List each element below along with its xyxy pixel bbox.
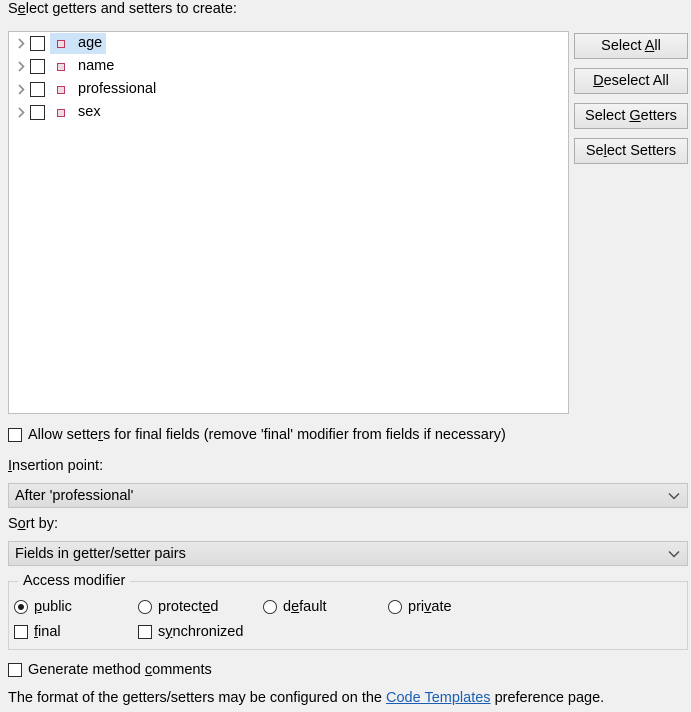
chevron-right-icon[interactable] bbox=[13, 55, 30, 78]
access-modifier-group bbox=[8, 581, 688, 650]
chevron-right-icon[interactable] bbox=[13, 32, 30, 55]
chevron-right-icon[interactable] bbox=[13, 78, 30, 101]
footer-text-before: The format of the getters/setters may be… bbox=[8, 690, 387, 706]
tree-item-label: professional bbox=[78, 81, 157, 98]
private-field-icon bbox=[53, 105, 69, 121]
select-setters-button[interactable]: Select Setters bbox=[574, 138, 688, 164]
insertion-point-value: After 'professional' bbox=[15, 487, 134, 504]
radio-default[interactable]: default bbox=[263, 599, 327, 615]
checkbox-box[interactable] bbox=[8, 428, 22, 442]
tree-item-selection[interactable]: name bbox=[50, 56, 118, 77]
radio-circle[interactable] bbox=[388, 600, 402, 614]
footer-note: The format of the getters/setters may be… bbox=[8, 690, 604, 706]
tree-item-checkbox[interactable] bbox=[30, 36, 45, 51]
radio-label: public bbox=[34, 599, 72, 615]
insertion-point-label: Insertion point: bbox=[8, 458, 104, 474]
sort-by-label: Sort by: bbox=[8, 516, 58, 532]
checkbox-box[interactable] bbox=[138, 625, 152, 639]
private-field-icon bbox=[53, 59, 69, 75]
chevron-down-icon[interactable] bbox=[667, 550, 681, 558]
tree-item-selection[interactable]: age bbox=[50, 33, 107, 54]
select-getters-button[interactable]: Select Getters bbox=[574, 103, 688, 129]
sort-by-select[interactable]: Fields in getter/setter pairs bbox=[8, 541, 688, 566]
sort-by-value: Fields in getter/setter pairs bbox=[15, 545, 186, 562]
tree-item-selection[interactable]: professional bbox=[50, 79, 160, 100]
checkbox-label: final bbox=[34, 624, 61, 640]
table-row[interactable]: professional bbox=[9, 78, 568, 101]
deselect-all-button[interactable]: Deselect All bbox=[574, 68, 688, 94]
select-all-button[interactable]: Select All bbox=[574, 33, 688, 59]
tree-action-buttons: Select All Deselect All Select Getters S… bbox=[574, 33, 688, 173]
tree-item-label: sex bbox=[78, 104, 101, 121]
radio-label: default bbox=[283, 599, 327, 615]
table-row[interactable]: age bbox=[9, 32, 568, 55]
radio-circle[interactable] bbox=[263, 600, 277, 614]
tree-item-checkbox[interactable] bbox=[30, 105, 45, 120]
page-title-post: lect getters and setters to create: bbox=[25, 1, 237, 17]
page-title-mnemonic: e bbox=[17, 1, 26, 17]
tree-item-checkbox[interactable] bbox=[30, 82, 45, 97]
footer-text-after: preference page. bbox=[490, 690, 605, 706]
table-row[interactable]: name bbox=[9, 55, 568, 78]
private-field-icon bbox=[53, 82, 69, 98]
checkbox-label: Allow setters for final fields (remove '… bbox=[28, 427, 506, 443]
private-field-icon bbox=[53, 36, 69, 52]
radio-label: protected bbox=[158, 599, 219, 615]
checkbox-box[interactable] bbox=[14, 625, 28, 639]
page-title: Select getters and setters to create: bbox=[8, 1, 237, 17]
chevron-right-icon[interactable] bbox=[13, 101, 30, 124]
radio-protected[interactable]: protected bbox=[138, 599, 219, 615]
tree-item-selection[interactable]: sex bbox=[50, 102, 105, 123]
fields-tree[interactable]: age name professional sex bbox=[8, 31, 569, 414]
checkbox-synchronized[interactable]: synchronized bbox=[138, 624, 243, 640]
page-title-pre: S bbox=[8, 1, 18, 17]
tree-item-checkbox[interactable] bbox=[30, 59, 45, 74]
checkbox-final[interactable]: final bbox=[14, 624, 61, 640]
code-templates-link[interactable]: Code Templates bbox=[386, 690, 491, 706]
radio-label: private bbox=[408, 599, 452, 615]
radio-circle[interactable] bbox=[138, 600, 152, 614]
checkbox-generate-method-comments[interactable]: Generate method comments bbox=[8, 662, 212, 678]
tree-item-label: name bbox=[78, 58, 115, 75]
chevron-down-icon[interactable] bbox=[667, 492, 681, 500]
checkbox-label: Generate method comments bbox=[28, 662, 212, 678]
radio-circle[interactable] bbox=[14, 600, 28, 614]
checkbox-box[interactable] bbox=[8, 663, 22, 677]
checkbox-allow-setters-final-fields[interactable]: Allow setters for final fields (remove '… bbox=[8, 427, 506, 443]
tree-item-label: age bbox=[78, 35, 103, 52]
checkbox-label: synchronized bbox=[158, 624, 244, 640]
table-row[interactable]: sex bbox=[9, 101, 568, 124]
access-modifier-legend: Access modifier bbox=[18, 573, 131, 589]
radio-public[interactable]: public bbox=[14, 599, 72, 615]
insertion-point-select[interactable]: After 'professional' bbox=[8, 483, 688, 508]
radio-private[interactable]: private bbox=[388, 599, 452, 615]
